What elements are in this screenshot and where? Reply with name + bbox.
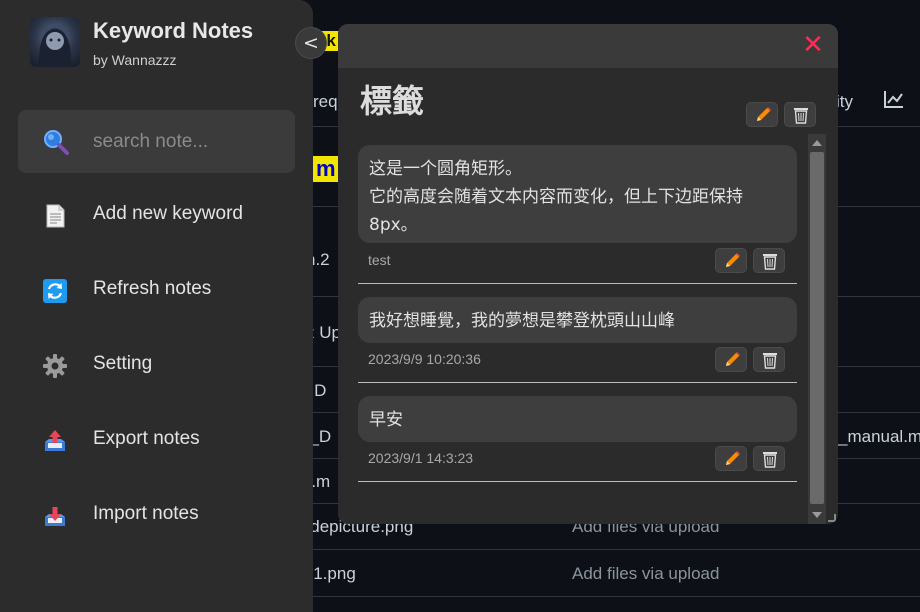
trash-icon (763, 452, 777, 468)
sidebar-item-label: Export notes (93, 428, 200, 449)
edit-note-button[interactable] (715, 248, 747, 273)
background-divider (300, 596, 920, 597)
scroll-down-arrow[interactable] (812, 512, 822, 518)
avatar-icon (38, 25, 72, 67)
background-highlight-blue: m (313, 156, 339, 182)
sidebar: Keyword Notes by Wannazzz Add new keywor… (0, 0, 313, 612)
pencil-icon (757, 107, 771, 121)
note-text: 早安 (358, 396, 797, 442)
note-meta: test (368, 252, 391, 268)
background-divider (300, 549, 920, 550)
note-divider (358, 481, 797, 482)
gear-icon (43, 354, 67, 378)
note-text: 我好想睡覺，我的夢想是攀登枕頭山山峰 (358, 297, 797, 343)
keyword-notes-modal: ✕ 標籤 这是一个圆角矩形。 它的高度会随着文本内容而变化，但上下边距保持 8p… (338, 24, 838, 524)
search-input[interactable] (93, 127, 283, 157)
edit-note-button[interactable] (715, 347, 747, 372)
search-icon (44, 130, 69, 155)
note-line: 我好想睡覺，我的夢想是攀登枕頭山山峰 (369, 311, 675, 331)
note-line: 它的高度会随着文本内容而变化，但上下边距保持 (369, 187, 743, 207)
edit-note-button[interactable] (715, 446, 747, 471)
note-line: 8px。 (369, 215, 418, 235)
refresh-icon (43, 279, 67, 303)
delete-note-button[interactable] (753, 248, 785, 273)
pencil-icon (726, 352, 740, 366)
modal-header: ✕ (338, 24, 838, 68)
document-icon (46, 204, 65, 228)
close-button[interactable]: ✕ (800, 32, 826, 58)
sidebar-item-label: Setting (93, 353, 153, 374)
note-meta: 2023/9/9 10:20:36 (368, 351, 481, 367)
background-text-req: req (313, 92, 338, 111)
app-author: by Wannazzz (93, 52, 177, 68)
sidebar-item-add-keyword[interactable]: Add new keyword (18, 191, 295, 241)
sidebar-item-label: Import notes (93, 503, 199, 524)
pencil-icon (726, 451, 740, 465)
sidebar-item-label: Refresh notes (93, 278, 212, 299)
background-text-ity: ity (836, 92, 853, 111)
note-line: 这是一个圆角矩形。 (369, 159, 522, 179)
delete-note-button[interactable] (753, 446, 785, 471)
trash-icon (763, 353, 777, 369)
sidebar-item-setting[interactable]: Setting (18, 341, 295, 391)
scroll-up-arrow[interactable] (812, 140, 822, 146)
scroll-thumb[interactable] (810, 152, 824, 504)
edit-keyword-button[interactable] (746, 102, 778, 127)
note-divider (358, 283, 797, 284)
import-icon (45, 507, 65, 526)
note-divider (358, 382, 797, 383)
delete-note-button[interactable] (753, 347, 785, 372)
pencil-icon (726, 253, 740, 267)
delete-keyword-button[interactable] (784, 102, 816, 127)
note-text: 这是一个圆角矩形。 它的高度会随着文本内容而变化，但上下边距保持 8px。 (358, 145, 797, 243)
note-line: 早安 (369, 410, 403, 430)
export-icon (45, 430, 65, 451)
keyword-title: 標籤 (360, 82, 425, 120)
sidebar-item-export[interactable]: Export notes (18, 416, 295, 466)
trash-icon (763, 254, 777, 270)
note-meta: 2023/9/1 14:3:23 (368, 450, 474, 466)
search-box[interactable] (18, 110, 295, 173)
sidebar-item-refresh[interactable]: Refresh notes (18, 266, 295, 316)
notes-list: 这是一个圆角矩形。 它的高度会随着文本内容而变化，但上下边距保持 8px。 te… (358, 134, 797, 520)
sidebar-item-label: Add new keyword (93, 203, 243, 224)
notes-scrollbar[interactable] (808, 134, 826, 524)
chart-icon[interactable] (883, 89, 905, 109)
commit-message[interactable]: Add files via upload (572, 564, 719, 584)
sidebar-item-import[interactable]: Import notes (18, 491, 295, 541)
trash-icon (794, 108, 808, 124)
collapse-sidebar-button[interactable]: < (295, 27, 327, 59)
background-text-manual: _manual.m (838, 427, 920, 446)
resize-handle[interactable] (828, 514, 836, 522)
app-logo (30, 17, 80, 67)
app-title: Keyword Notes (93, 18, 254, 43)
